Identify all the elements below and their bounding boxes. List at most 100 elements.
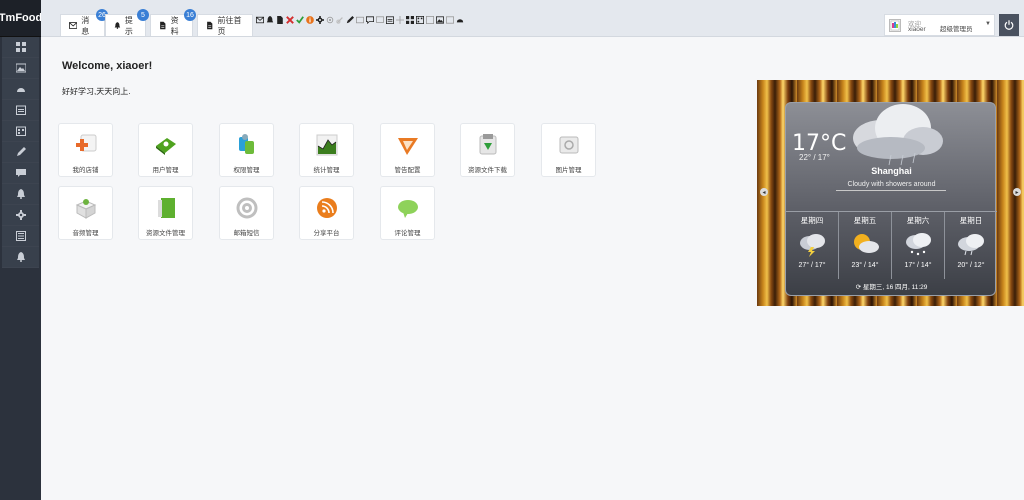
window-icon[interactable] <box>355 15 364 24</box>
tile-ad-config[interactable]: 管告配置 <box>380 123 435 177</box>
forecast-row: 星期四 27° / 17° 星期五 23° / 14° 星期六 17° / 14… <box>786 211 997 279</box>
tile-share-platform[interactable]: 分享平台 <box>299 186 354 240</box>
sidebar-item-pictures[interactable] <box>2 58 39 79</box>
sidebar-item-notifications[interactable] <box>2 184 39 205</box>
bell-icon <box>16 189 25 199</box>
tile-resource-download[interactable]: 资源文件下载 <box>460 123 515 177</box>
comment-icon <box>15 169 26 177</box>
tile-label: 统计管理 <box>313 167 340 174</box>
forecast-temps: 23° / 14° <box>851 262 879 269</box>
forecast-temps: 20° / 12° <box>957 262 985 269</box>
comment-icon[interactable] <box>365 15 374 24</box>
city-name: Shanghai <box>871 166 912 176</box>
gear-icon[interactable] <box>315 15 324 24</box>
tab-profile[interactable]: 资料 16 <box>150 9 196 36</box>
count-badge: 16 <box>184 9 196 21</box>
image-icon[interactable] <box>445 15 454 24</box>
dashboard-icon <box>15 42 26 52</box>
dashboard-gauge-icon <box>16 88 25 92</box>
tile-audio-management[interactable]: 音频管理 <box>58 186 113 240</box>
tile-label: 图片管理 <box>555 167 582 174</box>
cloud-icon <box>853 104 943 166</box>
tile-email-sms[interactable]: 邮箱短信 <box>219 186 274 240</box>
tile-label: 音频管理 <box>72 230 99 237</box>
top-bar: 消息 26 提示 5 资料 16 前往首页 欢迎 xiaoer 超级管理员 ▼ <box>41 0 1024 37</box>
picture-icon[interactable] <box>435 15 444 24</box>
sidebar-item-calendar-grid[interactable] <box>2 121 39 142</box>
sidebar-item-gauge[interactable] <box>2 79 39 100</box>
logout-button[interactable] <box>999 14 1019 36</box>
user-menu[interactable]: 欢迎 xiaoer 超级管理员 ▼ <box>884 14 995 36</box>
link-icon[interactable] <box>335 15 344 24</box>
email-at-icon <box>234 195 260 221</box>
prev-arrow-icon[interactable]: ◂ <box>760 188 768 196</box>
grid-icon[interactable] <box>405 15 414 24</box>
comment-cloud-icon <box>395 195 421 221</box>
sidebar-item-dashboard[interactable] <box>2 37 39 58</box>
tab-home[interactable]: 前往首页 <box>197 14 253 36</box>
sidebar-item-calendar[interactable] <box>2 100 39 121</box>
document-icon[interactable] <box>275 15 284 24</box>
sidebar-item-grid[interactable] <box>2 226 39 247</box>
partly-sunny-icon <box>839 229 891 259</box>
refresh-icon[interactable]: ⟳ <box>856 284 863 291</box>
download-icon <box>475 132 501 158</box>
tab-label: 提示 <box>124 15 133 36</box>
user-role: 超级管理员 <box>940 26 973 33</box>
mail-icon[interactable] <box>255 15 264 24</box>
pencil-icon <box>16 147 26 156</box>
tile-permission[interactable]: 权限管理 <box>219 123 274 177</box>
tile-label: 用户管理 <box>152 167 179 174</box>
grid-icon <box>15 231 26 241</box>
temperature-range: 22° / 17° <box>799 153 830 162</box>
last-updated[interactable]: ⟳ 星期三, 16 四月, 11:29 <box>786 279 997 296</box>
check-icon[interactable] <box>295 15 304 24</box>
next-arrow-icon[interactable]: ▸ <box>1013 188 1021 196</box>
forecast-temps: 27° / 17° <box>798 262 826 269</box>
tab-tips[interactable]: 提示 5 <box>105 9 149 36</box>
chevron-down-icon[interactable]: ▼ <box>985 21 991 27</box>
frame-icon[interactable] <box>425 15 434 24</box>
brand-logo[interactable]: TmFood <box>0 0 42 37</box>
sidebar-item-edit[interactable] <box>2 142 39 163</box>
sidebar-item-comments[interactable] <box>2 163 39 184</box>
tile-my-store[interactable]: 我的店铺 <box>58 123 113 177</box>
ad-config-icon <box>395 132 421 158</box>
sidebar: TmFood <box>0 0 42 500</box>
tile-user-management[interactable]: 用户管理 <box>138 123 193 177</box>
calendar-grid-icon[interactable] <box>415 15 424 24</box>
calendar-icon[interactable] <box>385 15 394 24</box>
chat-icon[interactable] <box>375 15 384 24</box>
forecast-day: 星期日 20° / 12° <box>945 212 997 279</box>
count-badge: 5 <box>137 9 149 21</box>
gear-outline-icon[interactable] <box>325 15 334 24</box>
tab-label: 消息 <box>81 15 90 36</box>
pencil-icon[interactable] <box>345 15 354 24</box>
bell-icon[interactable] <box>265 15 274 24</box>
sidebar-item-alerts[interactable] <box>2 247 39 268</box>
forecast-day-name: 星期四 <box>800 216 824 225</box>
cursor-icon[interactable] <box>395 15 404 24</box>
tile-label: 权限管理 <box>233 167 260 174</box>
statistics-chart-icon <box>314 132 340 158</box>
dashboard-gauge-icon[interactable] <box>455 15 464 24</box>
tile-label: 评论管理 <box>394 230 421 237</box>
tile-comment-management[interactable]: 评论管理 <box>380 186 435 240</box>
store-add-icon <box>73 132 99 158</box>
close-icon[interactable] <box>285 15 294 24</box>
tile-image-management[interactable]: 图片管理 <box>541 123 596 177</box>
gear-icon <box>15 210 26 220</box>
tab-messages[interactable]: 消息 26 <box>60 9 108 36</box>
forecast-day-name: 星期六 <box>906 216 930 225</box>
calendar-grid-icon <box>15 126 26 136</box>
calendar-icon <box>15 105 26 115</box>
sidebar-item-settings[interactable] <box>2 205 39 226</box>
info-icon[interactable] <box>305 15 314 24</box>
page-subtitle: 好好学习,天天向上. <box>62 87 131 96</box>
tile-statistics[interactable]: 统计管理 <box>299 123 354 177</box>
document-icon <box>207 21 213 30</box>
forecast-day-name: 星期五 <box>853 216 877 225</box>
tab-label: 资料 <box>170 15 179 36</box>
tile-resource-management[interactable]: 资源文件管理 <box>138 186 193 240</box>
tile-label: 管告配置 <box>394 167 421 174</box>
